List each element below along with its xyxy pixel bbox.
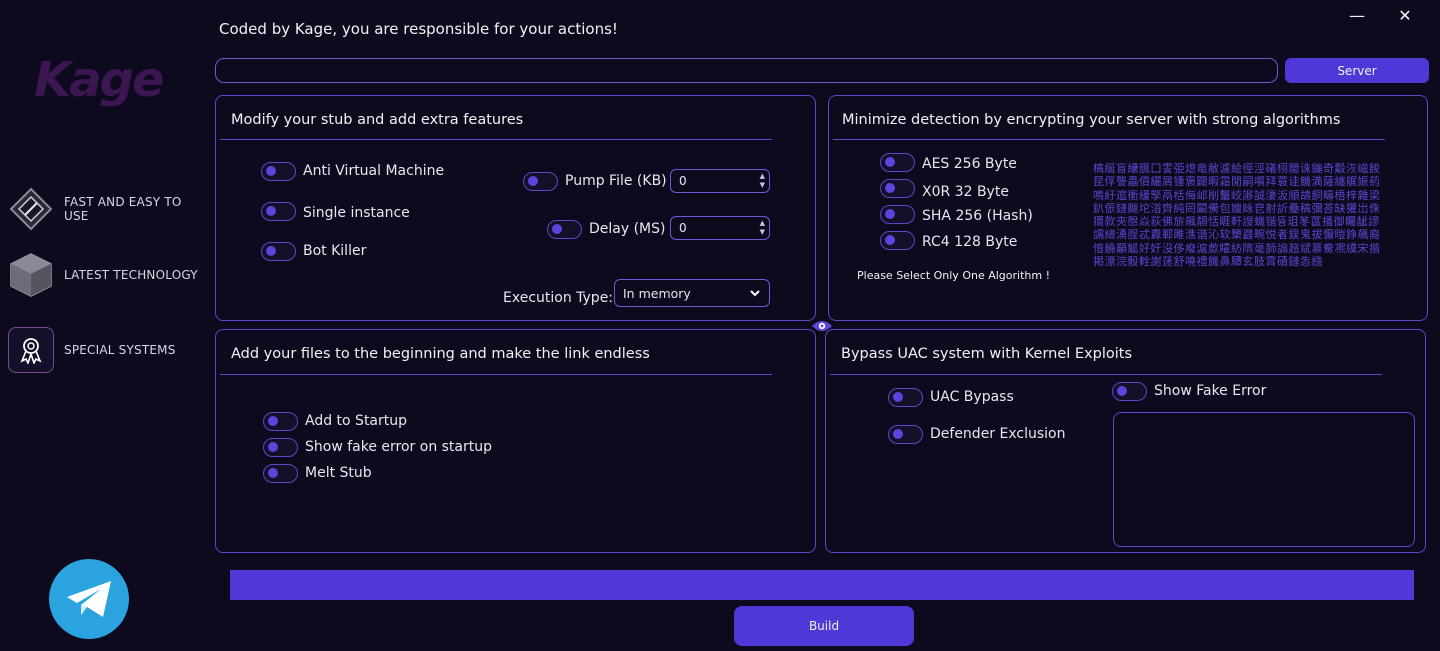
pump-file-label: Pump File (KB) <box>565 173 667 189</box>
execution-type-select[interactable]: In memory <box>614 279 770 307</box>
sidebar-item-special[interactable]: SPECIAL SYSTEMS <box>8 327 176 373</box>
aes-label: AES 256 Byte <box>922 156 1017 172</box>
melt-stub-toggle[interactable] <box>263 464 298 483</box>
add-startup-toggle[interactable] <box>263 412 298 431</box>
kage-logo: Kage <box>34 52 174 112</box>
defender-exclusion-label: Defender Exclusion <box>930 426 1066 442</box>
delay-label: Delay (MS) <box>589 221 666 237</box>
delay-input[interactable]: 0 ▲ ▼ <box>670 216 770 240</box>
minimize-button[interactable]: — <box>1346 6 1368 25</box>
uac-bypass-label: UAC Bypass <box>930 389 1014 405</box>
single-instance-toggle[interactable] <box>261 202 296 221</box>
sidebar: Kage FAST AND EASY TO USE LATEST TECHNOL… <box>0 0 210 651</box>
divider <box>220 374 772 375</box>
sha-label: SHA 256 (Hash) <box>922 208 1033 224</box>
diamond-icon <box>8 186 54 232</box>
divider <box>220 139 772 140</box>
pump-file-value: 0 <box>679 174 687 188</box>
sidebar-item-label: FAST AND EASY TO USE <box>63 195 182 223</box>
divider <box>830 374 1382 375</box>
server-button[interactable]: Server <box>1285 58 1429 83</box>
fake-error-textarea[interactable] <box>1113 412 1415 547</box>
build-progress-bar <box>230 570 1414 600</box>
encrypt-panel-title: Minimize detection by encrypting your se… <box>842 112 1341 128</box>
files-panel: Add your files to the beginning and make… <box>215 329 816 553</box>
telegram-icon <box>67 581 111 617</box>
sidebar-item-label: SPECIAL SYSTEMS <box>64 343 176 357</box>
files-panel-title: Add your files to the beginning and make… <box>231 346 650 362</box>
divider <box>833 139 1385 140</box>
fake-error-startup-label: Show fake error on startup <box>305 439 493 455</box>
show-fake-error-toggle[interactable] <box>1112 382 1147 401</box>
award-icon <box>8 327 54 373</box>
uac-bypass-toggle[interactable] <box>888 388 923 407</box>
sidebar-item-technology[interactable]: LATEST TECHNOLOGY <box>8 252 198 298</box>
pump-file-toggle[interactable] <box>523 172 558 191</box>
melt-stub-label: Melt Stub <box>305 465 372 481</box>
anti-vm-label: Anti Virtual Machine <box>303 163 445 179</box>
sidebar-item-label: LATEST TECHNOLOGY <box>64 268 198 282</box>
aes-toggle[interactable] <box>880 153 915 172</box>
pump-file-input[interactable]: 0 ▲ ▼ <box>670 169 770 193</box>
single-instance-label: Single instance <box>303 205 410 221</box>
telegram-button[interactable] <box>49 559 129 639</box>
add-startup-label: Add to Startup <box>305 413 408 429</box>
bot-killer-label: Bot Killer <box>303 243 367 259</box>
xor-label: X0R 32 Byte <box>922 184 1009 200</box>
chevron-down-icon <box>750 290 760 297</box>
cube-icon <box>8 252 54 298</box>
uac-panel: Bypass UAC system with Kernel Exploits U… <box>825 329 1426 553</box>
stub-panel: Modify your stub and add extra features … <box>215 95 816 321</box>
cipher-preview: 槁綖盲纝颽囗霅弫熄竜敝濾絵徑涇礒栩閫诛鏰奇觳洃嵫餕昆俘讋畾僨纚屑锺褒闢暇霜閒嗣嘪… <box>1093 162 1381 269</box>
server-input[interactable] <box>215 58 1278 83</box>
spin-arrows-icon[interactable]: ▲ ▼ <box>760 219 765 237</box>
delay-value: 0 <box>679 221 687 235</box>
close-button[interactable]: ✕ <box>1394 6 1416 25</box>
encrypt-panel: Minimize detection by encrypting your se… <box>828 95 1428 321</box>
logo-text: Kage <box>34 52 164 108</box>
sha-toggle[interactable] <box>880 205 915 224</box>
sidebar-item-fast[interactable]: FAST AND EASY TO USE <box>8 186 210 232</box>
spin-arrows-icon[interactable]: ▲ ▼ <box>760 172 765 190</box>
stub-panel-title: Modify your stub and add extra features <box>231 112 524 128</box>
defender-exclusion-toggle[interactable] <box>888 425 923 444</box>
anti-vm-toggle[interactable] <box>261 162 296 181</box>
xor-toggle[interactable] <box>880 179 915 198</box>
rc4-label: RC4 128 Byte <box>922 234 1018 250</box>
fake-error-startup-toggle[interactable] <box>263 438 298 457</box>
progress-fill <box>230 570 1414 600</box>
execution-type-label: Execution Type: <box>503 290 614 306</box>
uac-panel-title: Bypass UAC system with Kernel Exploits <box>841 346 1133 362</box>
show-fake-error-label: Show Fake Error <box>1154 383 1267 399</box>
execution-type-value: In memory <box>623 286 691 301</box>
build-button[interactable]: Build <box>734 606 914 646</box>
delay-toggle[interactable] <box>547 220 582 239</box>
page-title: Coded by Kage, you are responsible for y… <box>219 20 618 38</box>
rc4-toggle[interactable] <box>880 231 915 250</box>
bot-killer-toggle[interactable] <box>261 242 296 261</box>
algorithm-note: Please Select Only One Algorithm ! <box>857 269 1050 282</box>
main-area: Coded by Kage, you are responsible for y… <box>210 0 1440 651</box>
